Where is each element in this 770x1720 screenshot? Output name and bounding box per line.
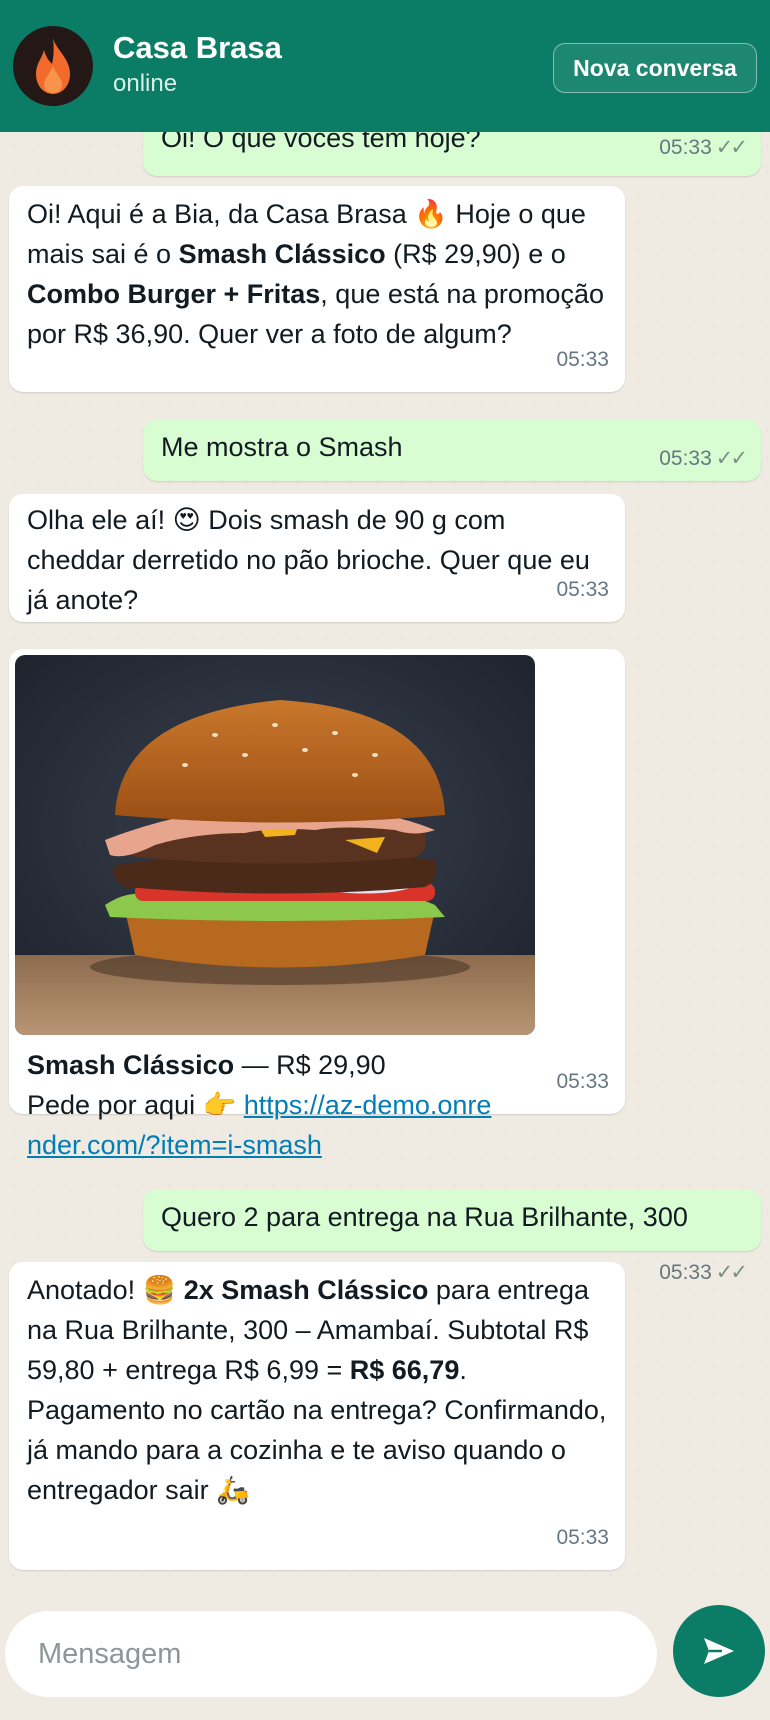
message-text: Olha ele aí! 😍 Dois smash de 90 g com ch… [27,505,590,615]
message-time: 05:33 [556,1070,609,1093]
message-text: Me mostra o Smash [161,432,403,462]
message-list[interactable]: Oi! O que vocês têm hoje? 05:33 ✓✓ Oi! Aq… [0,132,770,1600]
double-check-icon: ✓✓ [715,1261,748,1284]
contact-name: Casa Brasa [113,30,282,65]
message-text: Oi! Aqui é a Bia, da Casa Brasa 🔥 Hoje o… [27,199,604,349]
avatar[interactable] [13,26,93,106]
message-incoming-image: Smash Clássico — R$ 29,90 Pede por aqui … [9,649,625,1160]
message-outgoing: Oi! O que vocês têm hoje? 05:33 ✓✓ [143,132,761,176]
message-text: Anotado! 🍔 2x Smash Clássico para entreg… [27,1275,589,1385]
caption-link-line: Pede por aqui 👉 https://az-demo.onrender… [27,1090,492,1160]
contact-status: online [113,70,178,97]
chat-header: Casa Brasa online Nova conversa [0,0,770,132]
new-chat-button[interactable]: Nova conversa [553,43,757,93]
message-incoming: Anotado! 🍔 2x Smash Clássico para entreg… [9,1262,625,1570]
message-incoming: Oi! Aqui é a Bia, da Casa Brasa 🔥 Hoje o… [9,186,625,392]
message-time: 05:33 [556,578,609,601]
message-input[interactable] [5,1611,657,1697]
composer [0,1600,770,1720]
message-outgoing: Me mostra o Smash 05:33 ✓✓ [143,419,761,481]
message-outgoing: Quero 2 para entrega na Rua Brilhante, 3… [143,1189,761,1284]
flame-logo-icon [36,38,70,94]
double-check-icon: ✓✓ [715,447,748,470]
message-time: 05:33 ✓✓ [659,136,748,159]
message-time: 05:33 [556,348,609,371]
burger-photo[interactable] [15,655,535,1035]
message-incoming: Olha ele aí! 😍 Dois smash de 90 g com ch… [9,494,625,622]
message-time: 05:33 [556,1526,609,1549]
send-button[interactable] [673,1605,765,1697]
caption-title: Smash Clássico — R$ 29,90 [27,1050,386,1080]
double-check-icon: ✓✓ [715,136,748,159]
message-time: 05:33 ✓✓ [659,447,748,470]
message-text: Quero 2 para entrega na Rua Brilhante, 3… [161,1202,688,1232]
message-time: 05:33 ✓✓ [659,1261,748,1284]
message-text: Oi! O que vocês têm hoje? [161,132,481,153]
message-text-line2: Pagamento no cartão na entrega? Confirma… [27,1395,607,1505]
send-arrow-icon [704,1638,734,1664]
